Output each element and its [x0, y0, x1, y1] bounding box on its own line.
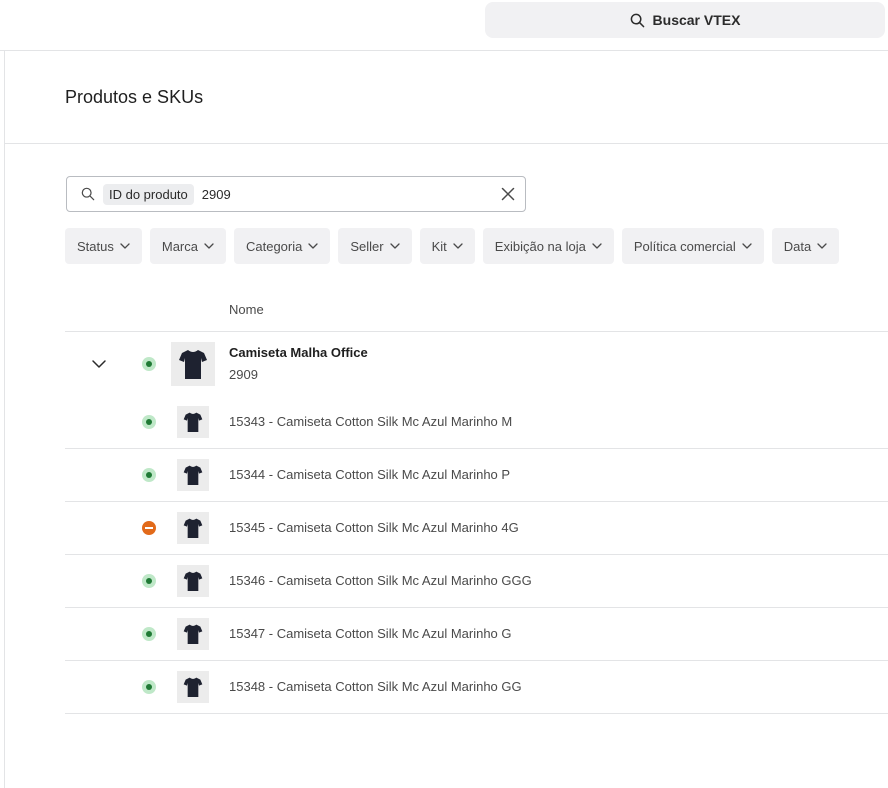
sku-name[interactable]: 15345 - Camiseta Cotton Silk Mc Azul Mar…	[229, 520, 519, 535]
filter-chip-product-id[interactable]: ID do produto	[103, 183, 194, 205]
sku-name[interactable]: 15347 - Camiseta Cotton Silk Mc Azul Mar…	[229, 626, 512, 641]
filter-dropdown-label: Kit	[431, 238, 447, 254]
filter-dropdown-7[interactable]: Data	[771, 228, 840, 264]
chevron-down-icon	[453, 243, 463, 249]
status-active-icon	[142, 680, 156, 694]
chevron-down-icon	[742, 243, 752, 249]
sku-row[interactable]: 15345 - Camiseta Cotton Silk Mc Azul Mar…	[65, 502, 888, 555]
global-search-label: Buscar VTEX	[652, 12, 741, 28]
status-active-icon	[142, 357, 156, 371]
status-active-icon	[142, 574, 156, 588]
chevron-down-icon	[389, 243, 400, 249]
chevron-down-icon	[204, 243, 214, 249]
chevron-down-icon[interactable]	[91, 356, 107, 372]
tshirt-icon	[183, 412, 203, 432]
search-input-value[interactable]: 2909	[202, 187, 501, 202]
search-icon	[81, 187, 95, 201]
filter-dropdown-label: Seller	[350, 238, 384, 254]
status-active-icon	[142, 627, 156, 641]
filter-bar: Status Marca Categoria Seller Kit Exibição na…	[65, 228, 840, 264]
sku-thumbnail	[177, 618, 209, 650]
tshirt-icon	[183, 624, 203, 644]
filter-dropdown-label: Política comercial	[633, 238, 736, 254]
sku-row[interactable]: 15348 - Camiseta Cotton Silk Mc Azul Mar…	[65, 661, 888, 714]
filter-dropdown-6[interactable]: Política comercial	[621, 228, 764, 264]
chevron-down-icon	[817, 243, 827, 249]
sku-thumbnail	[177, 459, 209, 491]
product-thumbnail	[171, 342, 215, 386]
page-header: Produtos e SKUs	[5, 51, 888, 144]
chevron-down-icon	[592, 243, 602, 249]
filter-dropdown-label: Exibição na loja	[494, 238, 586, 254]
sku-thumbnail	[177, 512, 209, 544]
filter-dropdown-4[interactable]: Kit	[419, 228, 475, 264]
top-bar: Buscar VTEX	[0, 0, 888, 51]
status-inactive-icon	[142, 521, 156, 535]
sku-row[interactable]: 15346 - Camiseta Cotton Silk Mc Azul Mar…	[65, 555, 888, 608]
filter-dropdown-label: Marca	[161, 238, 198, 254]
search-icon	[630, 13, 644, 27]
sku-row[interactable]: 15343 - Camiseta Cotton Silk Mc Azul Mar…	[65, 396, 888, 449]
product-name[interactable]: Camiseta Malha Office	[229, 345, 368, 360]
sku-thumbnail	[177, 406, 209, 438]
status-active-icon	[142, 415, 156, 429]
product-id: 2909	[229, 367, 258, 382]
sku-name[interactable]: 15343 - Camiseta Cotton Silk Mc Azul Mar…	[229, 414, 512, 429]
product-search-input[interactable]: ID do produto 2909	[66, 176, 526, 212]
filter-dropdown-0[interactable]: Status	[65, 228, 142, 264]
sidebar-divider	[4, 51, 5, 788]
page-title: Produtos e SKUs	[65, 87, 204, 107]
close-icon[interactable]	[501, 187, 515, 201]
filter-dropdown-label: Data	[783, 238, 812, 254]
filter-dropdown-1[interactable]: Marca	[149, 228, 226, 264]
tshirt-icon	[183, 465, 203, 485]
global-search-button[interactable]: Buscar VTEX	[485, 2, 885, 38]
filter-dropdown-label: Categoria	[245, 238, 303, 254]
sku-name[interactable]: 15348 - Camiseta Cotton Silk Mc Azul Mar…	[229, 679, 522, 694]
sku-name[interactable]: 15344 - Camiseta Cotton Silk Mc Azul Mar…	[229, 467, 510, 482]
tshirt-icon	[183, 571, 203, 591]
status-active-icon	[142, 468, 156, 482]
tshirt-icon	[183, 677, 203, 697]
filter-dropdown-5[interactable]: Exibição na loja	[482, 228, 614, 264]
tshirt-icon	[183, 518, 203, 538]
product-row[interactable]: Camiseta Malha Office 2909	[65, 332, 888, 396]
sku-thumbnail	[177, 671, 209, 703]
chevron-down-icon	[308, 243, 319, 249]
filter-dropdown-label: Status	[77, 238, 114, 254]
filter-dropdown-2[interactable]: Categoria	[233, 228, 331, 264]
column-header-name[interactable]: Nome	[229, 302, 264, 317]
filter-dropdown-3[interactable]: Seller	[338, 228, 412, 264]
tshirt-icon	[179, 350, 207, 379]
chevron-down-icon	[120, 243, 130, 249]
sku-name[interactable]: 15346 - Camiseta Cotton Silk Mc Azul Mar…	[229, 573, 532, 588]
sku-row[interactable]: 15347 - Camiseta Cotton Silk Mc Azul Mar…	[65, 608, 888, 661]
sku-row[interactable]: 15344 - Camiseta Cotton Silk Mc Azul Mar…	[65, 449, 888, 502]
sku-thumbnail	[177, 565, 209, 597]
